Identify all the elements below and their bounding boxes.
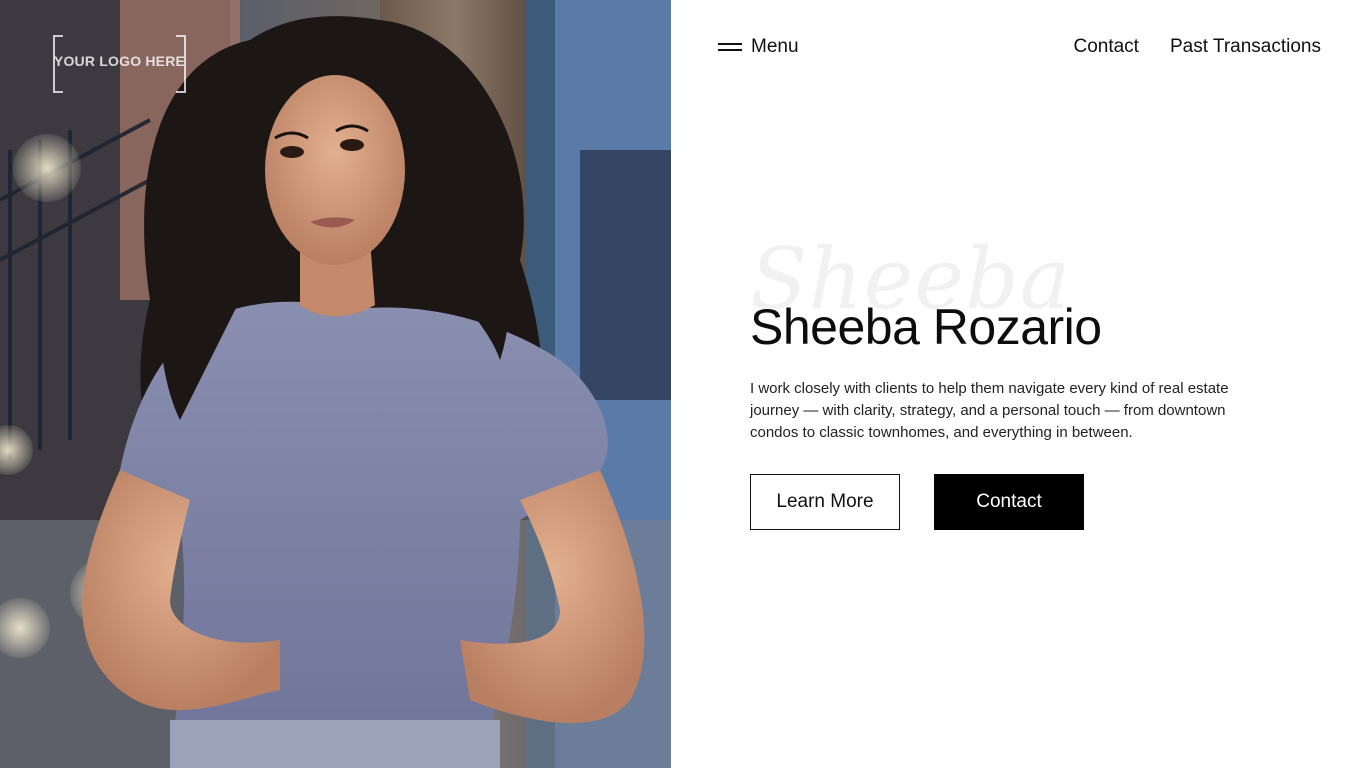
page: YOUR LOGO HERE Menu Contact Past Transac… bbox=[0, 0, 1366, 768]
hamburger-icon bbox=[718, 42, 742, 52]
hero-photo: YOUR LOGO HERE bbox=[0, 0, 671, 768]
portrait-image bbox=[0, 0, 671, 768]
logo-text: YOUR LOGO HERE bbox=[53, 53, 186, 69]
logo-placeholder[interactable]: YOUR LOGO HERE bbox=[53, 35, 186, 93]
nav-link-past-transactions[interactable]: Past Transactions bbox=[1170, 36, 1321, 58]
page-title: Sheeba Rozario bbox=[750, 299, 1102, 355]
top-navigation: Menu Contact Past Transactions bbox=[718, 36, 1321, 64]
menu-button[interactable]: Menu bbox=[718, 36, 799, 58]
menu-label: Menu bbox=[751, 36, 799, 57]
content-panel: Menu Contact Past Transactions Sheeba Sh… bbox=[671, 0, 1366, 768]
nav-links: Contact Past Transactions bbox=[1073, 36, 1321, 58]
hero-buttons: Learn More Contact bbox=[750, 474, 1084, 530]
learn-more-button[interactable]: Learn More bbox=[750, 474, 900, 530]
hero-description: I work closely with clients to help them… bbox=[750, 380, 1229, 441]
contact-button[interactable]: Contact bbox=[934, 474, 1084, 530]
nav-link-contact[interactable]: Contact bbox=[1073, 36, 1138, 58]
